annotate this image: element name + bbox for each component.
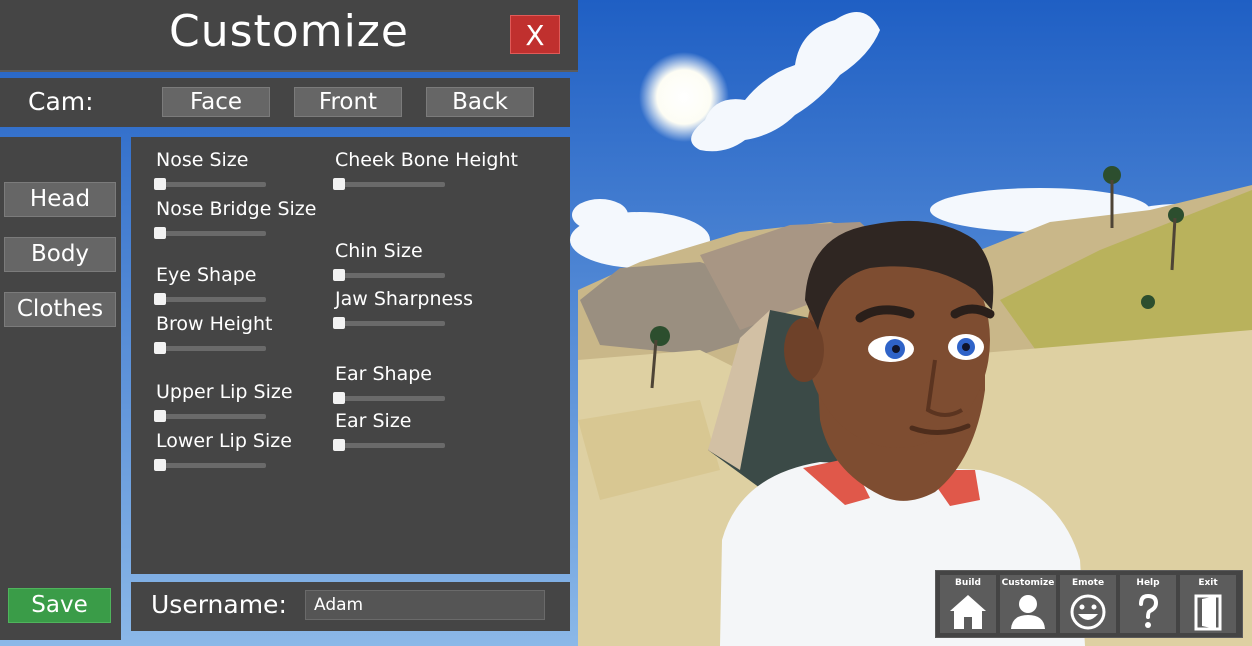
slider-label: Lower Lip Size [156,430,292,452]
toolbar-label: Emote [1071,578,1105,588]
slider-label: Nose Size [156,149,249,171]
toolbar-customize-button[interactable]: Customize [1000,575,1056,633]
slider-handle[interactable] [333,317,345,329]
toolbar-label: Build [955,578,981,588]
close-button[interactable]: X [510,15,560,54]
toolbar-label: Exit [1198,578,1218,588]
camera-bar: Cam: Face Front Back [0,78,570,127]
camera-face-button[interactable]: Face [162,87,270,117]
slider-handle[interactable] [333,392,345,404]
slider-handle[interactable] [154,293,166,305]
toolbar-emote-button[interactable]: Emote [1060,575,1116,633]
slider-track[interactable] [333,317,445,329]
sidebar-item-head[interactable]: Head [4,182,116,217]
slider-track[interactable] [154,410,266,422]
toolbar-label: Customize [1001,578,1055,588]
door-icon [1194,594,1222,631]
sidebar-item-body[interactable]: Body [4,237,116,272]
action-toolbar: Build Customize Emote Help Exit [935,570,1243,638]
smiley-icon [1070,594,1106,630]
page-title: Customize [169,6,409,57]
slider-track[interactable] [333,269,445,281]
toolbar-exit-button[interactable]: Exit [1180,575,1236,633]
toolbar-build-button[interactable]: Build [940,575,996,633]
username-input[interactable]: Adam [305,590,545,620]
slider-handle[interactable] [154,410,166,422]
toolbar-label: Help [1136,578,1160,588]
slider-track[interactable] [154,227,266,239]
slider-track[interactable] [154,459,266,471]
camera-back-button[interactable]: Back [426,87,534,117]
slider-label: Ear Shape [335,363,432,385]
slider-handle[interactable] [333,439,345,451]
sidebar-item-clothes[interactable]: Clothes [4,292,116,327]
toolbar-help-button[interactable]: Help [1120,575,1176,633]
slider-handle[interactable] [333,178,345,190]
slider-track[interactable] [333,439,445,451]
slider-label: Cheek Bone Height [335,149,518,171]
slider-label: Brow Height [156,313,273,335]
face-sliders-panel: Nose Size Nose Bridge Size Eye Shape Bro… [131,137,570,574]
slider-handle[interactable] [154,178,166,190]
username-bar: Username: Adam [131,582,570,631]
save-button[interactable]: Save [8,588,111,623]
slider-handle[interactable] [154,342,166,354]
slider-label: Nose Bridge Size [156,198,317,220]
camera-front-button[interactable]: Front [294,87,402,117]
slider-label: Chin Size [335,240,423,262]
slider-track[interactable] [333,392,445,404]
camera-label: Cam: [28,87,94,116]
house-icon [950,595,986,629]
slider-track[interactable] [154,342,266,354]
slider-label: Upper Lip Size [156,381,293,403]
slider-handle[interactable] [154,227,166,239]
category-sidebar: Head Body Clothes Save [0,137,121,640]
slider-handle[interactable] [333,269,345,281]
slider-label: Eye Shape [156,264,257,286]
slider-track[interactable] [154,178,266,190]
slider-track[interactable] [154,293,266,305]
slider-track[interactable] [333,178,445,190]
slider-label: Ear Size [335,410,412,432]
question-icon [1139,593,1159,628]
slider-handle[interactable] [154,459,166,471]
person-icon [1011,595,1045,629]
username-label: Username: [151,590,287,619]
slider-label: Jaw Sharpness [335,288,473,310]
customize-header: Customize X [0,0,578,72]
